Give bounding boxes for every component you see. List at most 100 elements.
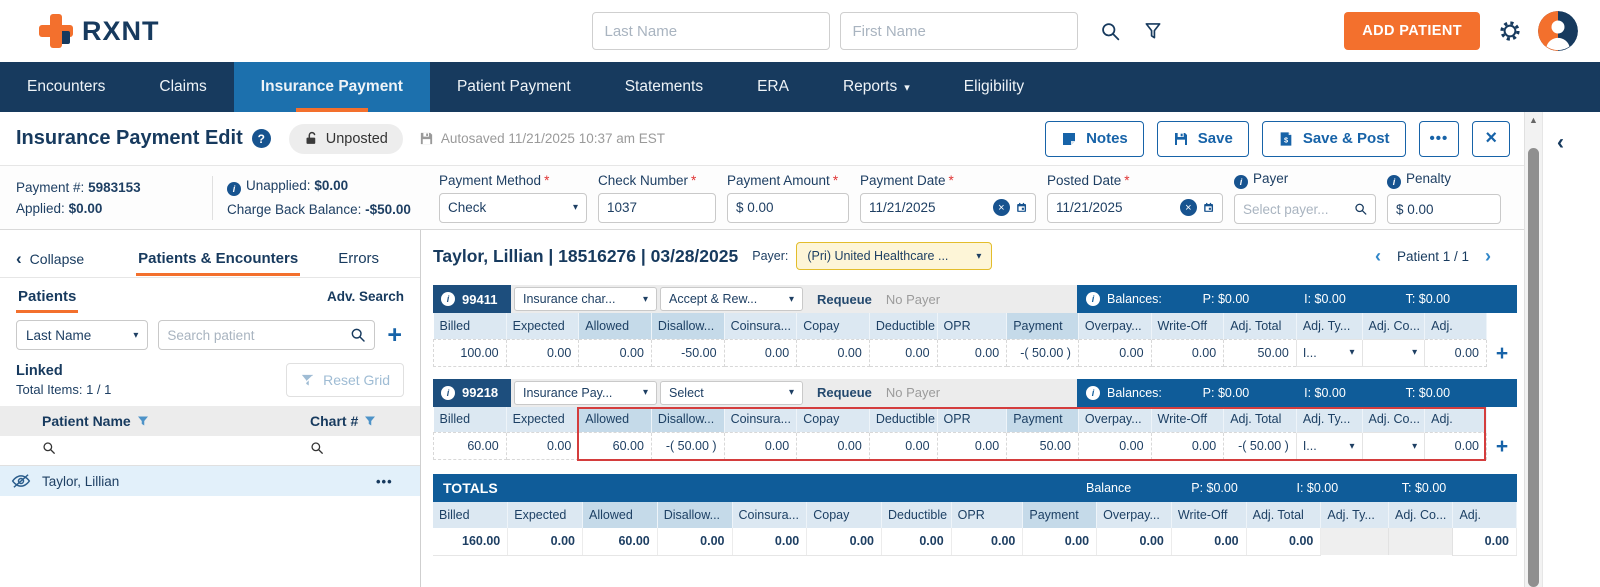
amount-cell[interactable]: 0.00 xyxy=(505,432,580,460)
search-icon[interactable] xyxy=(350,327,366,343)
payment-type-select[interactable]: Insurance char... ▾ xyxy=(514,287,657,311)
patient-row[interactable]: Taylor, Lillian ••• xyxy=(0,466,420,496)
add-patient-button[interactable]: ADD PATIENT xyxy=(1344,12,1480,50)
patients-section-label[interactable]: Patients xyxy=(16,280,79,313)
payer-search-input[interactable] xyxy=(1243,201,1348,217)
amount-cell[interactable]: 0.00 xyxy=(796,432,870,460)
amount-cell[interactable]: -( 50.00 ) xyxy=(650,432,725,460)
help-icon[interactable]: ? xyxy=(251,129,271,148)
amount-cell[interactable]: 0.00 xyxy=(1077,432,1152,460)
adjustment-select-cell[interactable]: I... ▾ xyxy=(1295,338,1363,367)
save-button[interactable]: Save xyxy=(1156,120,1249,157)
amount-cell[interactable]: 0.00 xyxy=(723,338,798,367)
filter-icon[interactable] xyxy=(1143,21,1163,41)
previous-patient-button[interactable]: ‹ xyxy=(1375,247,1381,265)
scroll-up-arrow[interactable]: ▲ xyxy=(1525,115,1542,125)
action-select[interactable]: Accept & Rew... ▾ xyxy=(660,287,803,311)
amount-cell[interactable]: 0.00 xyxy=(868,338,938,367)
info-icon[interactable]: i xyxy=(1387,175,1401,189)
amount-cell[interactable]: 0.00 xyxy=(936,432,1008,460)
next-patient-button[interactable]: › xyxy=(1485,247,1491,265)
add-patient-link-button[interactable]: + xyxy=(385,322,404,348)
amount-cell[interactable]: 0.00 xyxy=(796,338,870,367)
amount-cell[interactable]: -( 50.00 ) xyxy=(1223,432,1297,460)
adjustment-select-cell[interactable]: I... ▾ xyxy=(1295,432,1363,460)
amount-cell[interactable]: -50.00 xyxy=(650,338,725,367)
calendar-icon[interactable] xyxy=(1203,200,1214,215)
penalty-input[interactable] xyxy=(1396,201,1492,217)
search-icon[interactable] xyxy=(1100,21,1121,42)
nav-tab-insurance-payment[interactable]: Insurance Payment xyxy=(233,62,430,112)
add-adjustment-button[interactable]: + xyxy=(1496,434,1508,460)
close-button[interactable]: × xyxy=(1472,120,1510,157)
column-header-chart[interactable]: Chart # xyxy=(310,413,420,429)
amount-cell[interactable]: 60.00 xyxy=(578,432,652,460)
payment-date-input[interactable] xyxy=(869,200,987,215)
advanced-search-link[interactable]: Adv. Search xyxy=(327,289,404,304)
first-name-search-input[interactable] xyxy=(839,12,1078,50)
adjustment-select-cell[interactable]: ▾ xyxy=(1361,338,1426,367)
amount-cell[interactable]: 50.00 xyxy=(1223,338,1297,367)
last-name-search-input[interactable] xyxy=(591,12,830,50)
amount-cell[interactable]: 0.00 xyxy=(1150,338,1225,367)
amount-cell[interactable]: 0.00 xyxy=(1077,338,1152,367)
info-icon[interactable]: i xyxy=(1234,175,1248,189)
nav-tab-encounters[interactable]: Encounters xyxy=(0,62,132,112)
amount-cell[interactable]: -( 50.00 ) xyxy=(1006,338,1079,367)
nav-tab-statements[interactable]: Statements xyxy=(598,62,730,112)
filter-icon[interactable] xyxy=(364,415,376,427)
eye-off-icon[interactable] xyxy=(0,473,42,489)
scrollbar-thumb[interactable] xyxy=(1528,148,1539,587)
column-header-patient-name[interactable]: Patient Name xyxy=(42,413,310,429)
calendar-icon[interactable] xyxy=(1016,200,1027,215)
reset-grid-button[interactable]: Reset Grid xyxy=(286,363,404,397)
gear-icon[interactable] xyxy=(1498,19,1522,43)
amount-cell[interactable]: 0.00 xyxy=(578,338,652,367)
amount-cell[interactable]: 60.00 xyxy=(433,432,507,460)
collapse-sidebar-button[interactable]: ‹ Collapse xyxy=(16,250,84,267)
nav-tab-eligibility[interactable]: Eligibility xyxy=(937,62,1051,112)
info-icon[interactable]: i xyxy=(1086,385,1100,400)
action-select[interactable]: Select ▾ xyxy=(660,380,803,405)
amount-cell[interactable]: 0.00 xyxy=(1424,338,1487,367)
tab-patients-encounters[interactable]: Patients & Encounters xyxy=(136,241,301,276)
user-avatar[interactable] xyxy=(1538,11,1578,51)
posted-date-input[interactable] xyxy=(1056,200,1174,215)
amount-cell[interactable]: 0.00 xyxy=(723,432,798,460)
nav-tab-reports[interactable]: Reports ▾ xyxy=(816,62,937,112)
nav-tab-era[interactable]: ERA xyxy=(730,62,816,112)
info-icon[interactable]: i xyxy=(1086,292,1100,306)
clear-date-icon[interactable]: × xyxy=(1179,199,1197,216)
chart-filter-input[interactable] xyxy=(310,441,420,460)
search-icon[interactable] xyxy=(1354,201,1367,217)
patient-search-input[interactable] xyxy=(167,327,345,343)
amount-cell[interactable]: 0.00 xyxy=(505,338,580,367)
amount-cell[interactable]: 0.00 xyxy=(1150,432,1225,460)
expand-panel-chevron[interactable]: ‹ xyxy=(1557,132,1564,153)
amount-cell[interactable]: 50.00 xyxy=(1006,432,1079,460)
check-number-input[interactable] xyxy=(607,200,707,215)
add-adjustment-button[interactable]: + xyxy=(1496,341,1508,367)
info-icon[interactable]: i xyxy=(441,385,455,400)
save-and-post-button[interactable]: $ Save & Post xyxy=(1261,120,1406,157)
payment-amount-input[interactable] xyxy=(736,200,840,215)
name-filter-input[interactable] xyxy=(42,441,310,460)
amount-cell[interactable]: 0.00 xyxy=(936,338,1008,367)
more-actions-button[interactable]: ••• xyxy=(1418,120,1460,157)
tab-errors[interactable]: Errors xyxy=(336,241,381,276)
amount-cell[interactable]: 0.00 xyxy=(1424,432,1487,460)
nav-tab-claims[interactable]: Claims xyxy=(132,62,233,112)
adjustment-select-cell[interactable]: ▾ xyxy=(1361,432,1426,460)
nav-tab-patient-payment[interactable]: Patient Payment xyxy=(430,62,598,112)
row-actions-button[interactable]: ••• xyxy=(376,474,420,489)
amount-cell[interactable]: 0.00 xyxy=(868,432,938,460)
notes-button[interactable]: Notes xyxy=(1045,120,1144,157)
search-field-select[interactable]: Last Name ▾ xyxy=(16,320,149,350)
clear-date-icon[interactable]: × xyxy=(992,199,1010,216)
payer-dropdown[interactable]: (Pri) United Healthcare ... ▾ xyxy=(796,242,993,270)
payment-method-select[interactable]: Check ▾ xyxy=(439,192,587,223)
amount-cell[interactable]: 100.00 xyxy=(433,338,507,367)
vertical-scrollbar[interactable]: ▲ xyxy=(1524,112,1542,587)
info-icon[interactable]: i xyxy=(441,292,455,306)
payment-type-select[interactable]: Insurance Pay... ▾ xyxy=(514,380,657,405)
